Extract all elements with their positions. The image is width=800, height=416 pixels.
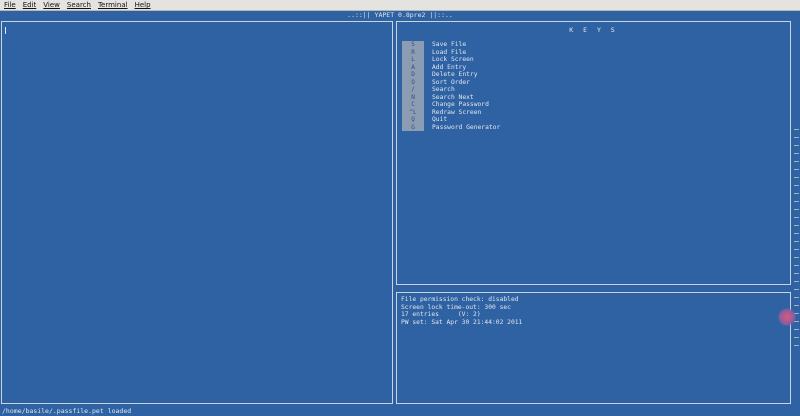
key-row-search: / Search xyxy=(402,86,500,94)
key-row-change-password: C Change Password xyxy=(402,101,500,109)
key-cell: Q xyxy=(402,116,424,124)
scroll-tick xyxy=(794,193,799,194)
scroll-tick xyxy=(794,257,799,258)
key-label: Lock Screen xyxy=(432,56,474,63)
key-cell: A xyxy=(402,63,424,71)
scroll-tick xyxy=(794,185,799,186)
key-label: Search Next xyxy=(432,93,474,101)
key-cell: L xyxy=(402,56,424,64)
scroll-tick xyxy=(794,201,799,202)
scroll-tick xyxy=(794,329,799,330)
key-label: Change Password xyxy=(432,101,489,108)
key-label: Add Entry xyxy=(432,63,467,71)
key-row-add: A Add Entry xyxy=(402,63,500,71)
terminal-scrollbar[interactable] xyxy=(793,21,800,404)
key-label: Quit xyxy=(432,116,448,123)
scroll-tick xyxy=(794,289,799,290)
text-cursor xyxy=(5,27,6,34)
menu-search[interactable]: Search xyxy=(63,0,94,10)
scroll-tick xyxy=(794,281,799,282)
key-cell: C xyxy=(402,101,424,109)
entry-list-panel[interactable] xyxy=(1,21,393,404)
scroll-tick xyxy=(794,129,799,130)
key-row-password-generator: G Password Generator xyxy=(402,123,501,131)
menu-bar: File Edit View Search Terminal Help xyxy=(0,0,800,11)
key-label: Load File xyxy=(432,48,467,56)
key-cell: ^L xyxy=(402,108,424,116)
key-label: Save File xyxy=(432,41,467,48)
scroll-indicator-icon xyxy=(778,308,796,326)
scroll-tick xyxy=(794,137,799,138)
entries-count-text: 17 entries (V: 2) xyxy=(401,311,481,319)
key-row-quit: Q Quit xyxy=(402,116,500,124)
key-row-redraw: ^L Redraw Screen xyxy=(402,108,500,116)
key-label: Password Generator xyxy=(432,123,501,131)
key-cell: R xyxy=(402,48,424,56)
keys-panel-title: K E Y S xyxy=(569,26,618,34)
key-row-search-next: N Search Next xyxy=(402,93,500,101)
scroll-tick xyxy=(794,241,799,242)
key-row-sort: O Sort Order xyxy=(402,78,500,86)
menu-help[interactable]: Help xyxy=(131,0,154,10)
key-cell: G xyxy=(402,123,424,131)
keys-list: S Save File R Load File L Lock Screen A … xyxy=(402,41,500,131)
key-cell: O xyxy=(402,78,424,86)
permission-check-text: File permission check: disabled xyxy=(401,296,519,303)
menu-view[interactable]: View xyxy=(39,0,63,10)
pw-set-text: PW set: Sat Apr 30 21:44:02 2011 xyxy=(401,318,523,326)
key-label: Delete Entry xyxy=(432,71,478,78)
menu-edit[interactable]: Edit xyxy=(19,0,40,10)
scroll-tick xyxy=(794,145,799,146)
app-title: ..::|| YAPET 0.8pre2 ||::.. xyxy=(347,11,453,19)
scroll-tick xyxy=(794,273,799,274)
scroll-tick xyxy=(794,225,799,226)
key-label: Search xyxy=(432,86,455,93)
scroll-tick xyxy=(794,337,799,338)
scroll-tick xyxy=(794,217,799,218)
keys-panel: K E Y S S Save File R Load File L Lock S… xyxy=(396,21,791,285)
key-cell: N xyxy=(402,93,424,101)
key-cell: / xyxy=(402,86,424,94)
key-row-save: S Save File xyxy=(402,41,500,49)
scroll-tick xyxy=(794,209,799,210)
scroll-tick xyxy=(794,297,799,298)
status-bar: /home/basile/.passfile.pet loaded xyxy=(2,407,132,415)
menu-terminal[interactable]: Terminal xyxy=(94,0,131,10)
scroll-tick xyxy=(794,265,799,266)
lock-timeout-text: Screen lock time-out: 300 sec xyxy=(401,303,511,311)
key-row-delete: D Delete Entry xyxy=(402,71,500,79)
scroll-tick xyxy=(794,161,799,162)
scroll-tick xyxy=(794,249,799,250)
scroll-tick xyxy=(794,305,799,306)
info-panel: File permission check: disabled Screen l… xyxy=(396,292,791,404)
key-label: Redraw Screen xyxy=(432,108,482,116)
key-label: Sort Order xyxy=(432,78,470,86)
scroll-tick xyxy=(794,169,799,170)
scroll-tick xyxy=(794,177,799,178)
scroll-tick xyxy=(794,233,799,234)
scroll-tick xyxy=(794,345,799,346)
scroll-tick xyxy=(794,153,799,154)
info-list: File permission check: disabled Screen l… xyxy=(401,296,522,326)
key-row-load: R Load File xyxy=(402,48,500,56)
menu-file[interactable]: File xyxy=(0,0,19,10)
key-cell: D xyxy=(402,71,424,79)
key-row-lock: L Lock Screen xyxy=(402,56,500,64)
key-cell: S xyxy=(402,41,424,49)
